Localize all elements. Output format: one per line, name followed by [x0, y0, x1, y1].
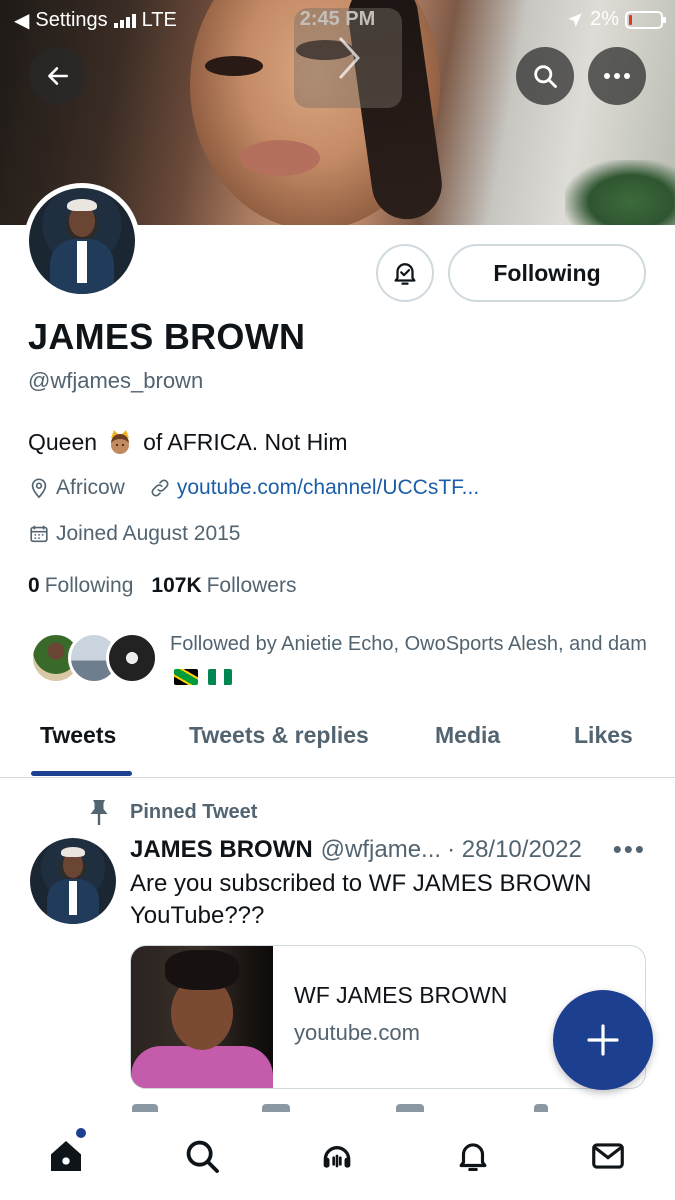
messages-icon: [592, 1143, 624, 1169]
followers-count: 107K: [151, 574, 202, 597]
profile-name: JAMES BROWN: [28, 316, 306, 357]
nav-spaces[interactable]: [315, 1134, 359, 1178]
following-label: Following: [44, 574, 134, 597]
tab-tweets[interactable]: Tweets: [40, 722, 116, 749]
card-thumbnail: [131, 946, 273, 1088]
notifications-toggle-button[interactable]: [376, 244, 434, 302]
followed-by-names: Followed by Anietie Echo, OwoSports Ales…: [170, 633, 647, 655]
back-arrow-icon: [48, 67, 68, 85]
bell-icon: [394, 263, 416, 285]
compose-tweet-button[interactable]: [553, 990, 653, 1090]
tweet-date: · 28/10/2022: [447, 836, 582, 863]
pinned-text: Pinned Tweet: [130, 800, 258, 823]
search-icon: [186, 1140, 219, 1173]
tweet-author-name[interactable]: JAMES BROWN: [130, 836, 313, 864]
tab-likes[interactable]: Likes: [574, 722, 633, 749]
followers-count-link[interactable]: 107K Followers: [151, 574, 296, 598]
more-options-button[interactable]: [588, 47, 646, 105]
following-button[interactable]: Following: [448, 244, 646, 302]
more-icon: [604, 73, 630, 79]
profile-joined: Joined August 2015: [28, 522, 241, 546]
tweet-header: JAMES BROWN @wfjame... · 28/10/2022 •••: [130, 834, 650, 865]
profile-avatar[interactable]: [24, 183, 140, 299]
nav-home[interactable]: [44, 1134, 88, 1178]
tab-media[interactable]: Media: [435, 722, 500, 749]
banner-eye-left: [205, 56, 263, 76]
nigeria-flag-icon: [207, 668, 232, 685]
calendar-icon: [30, 525, 48, 543]
following-count-link[interactable]: 0 Following: [28, 574, 133, 598]
status-right: 2%: [566, 8, 666, 31]
nav-notifications[interactable]: [451, 1134, 495, 1178]
profile-location: Africow: [28, 476, 125, 500]
profile-bio: Queen of AFRICA. Not Him: [28, 428, 348, 456]
location-text: Africow: [56, 476, 125, 499]
joined-text: Joined August 2015: [56, 522, 241, 545]
crown-woman-emoji-icon: [105, 428, 135, 456]
location-arrow-icon: [568, 12, 582, 27]
followed-by[interactable]: Followed by Anietie Echo, OwoSports Ales…: [30, 628, 650, 692]
tab-tweets-replies[interactable]: Tweets & replies: [189, 722, 369, 749]
followed-by-text: Followed by Anietie Echo, OwoSports Ales…: [170, 628, 650, 692]
tweet-actions-partial: [130, 1100, 660, 1112]
notifications-icon: [459, 1143, 487, 1172]
home-icon: [51, 1141, 81, 1171]
tweet-author-handle[interactable]: @wfjame...: [321, 836, 441, 864]
back-button[interactable]: [29, 47, 87, 105]
pin-icon: [90, 800, 108, 825]
banner-plant: [565, 160, 675, 225]
tweet-text: Are you subscribed to WF JAMES BROWN You…: [130, 870, 592, 929]
battery-icon: [625, 10, 666, 29]
tweet-avatar-image: [30, 838, 116, 924]
tab-active-indicator: [31, 771, 132, 776]
plus-icon: [587, 1024, 619, 1056]
nav-messages[interactable]: [586, 1134, 630, 1178]
spaces-icon: [323, 1146, 351, 1168]
card-title: WF JAMES BROWN: [294, 982, 508, 1008]
bio-text-start: Queen: [28, 428, 98, 455]
location-pin-icon: [31, 478, 47, 499]
card-domain: youtube.com: [294, 1020, 420, 1045]
nav-search[interactable]: [180, 1134, 224, 1178]
avatar-image: [29, 188, 135, 294]
pinned-tweet-label: Pinned Tweet: [88, 798, 257, 826]
bio-text-end: of AFRICA. Not Him: [143, 428, 348, 455]
search-icon: [534, 65, 557, 88]
chevron-right-icon: [338, 36, 361, 80]
follower-avatar: [106, 632, 158, 684]
following-count: 0: [28, 574, 40, 597]
search-button[interactable]: [516, 47, 574, 105]
profile-meta: Africow youtube.com/channel/UCCsTF...: [28, 476, 479, 500]
profile-tabs: Tweets Tweets & replies Media Likes: [0, 712, 675, 778]
profile-counts: 0 Following 107K Followers: [28, 574, 296, 598]
home-notification-dot: [76, 1128, 86, 1138]
profile-handle: @wfjames_brown: [28, 368, 204, 393]
bottom-navigation: [0, 1112, 675, 1200]
battery-percent: 2%: [590, 8, 619, 30]
followers-label: Followers: [206, 574, 297, 597]
profile-website[interactable]: youtube.com/channel/UCCsTF...: [149, 476, 479, 500]
tweet-avatar[interactable]: [30, 838, 116, 924]
link-icon: [151, 479, 169, 497]
jamaica-flag-icon: [174, 668, 198, 685]
swipe-overlay: [294, 8, 402, 108]
website-link[interactable]: youtube.com/channel/UCCsTF...: [177, 476, 479, 500]
tweet-more-icon[interactable]: •••: [613, 834, 646, 865]
banner-lips: [240, 140, 320, 176]
